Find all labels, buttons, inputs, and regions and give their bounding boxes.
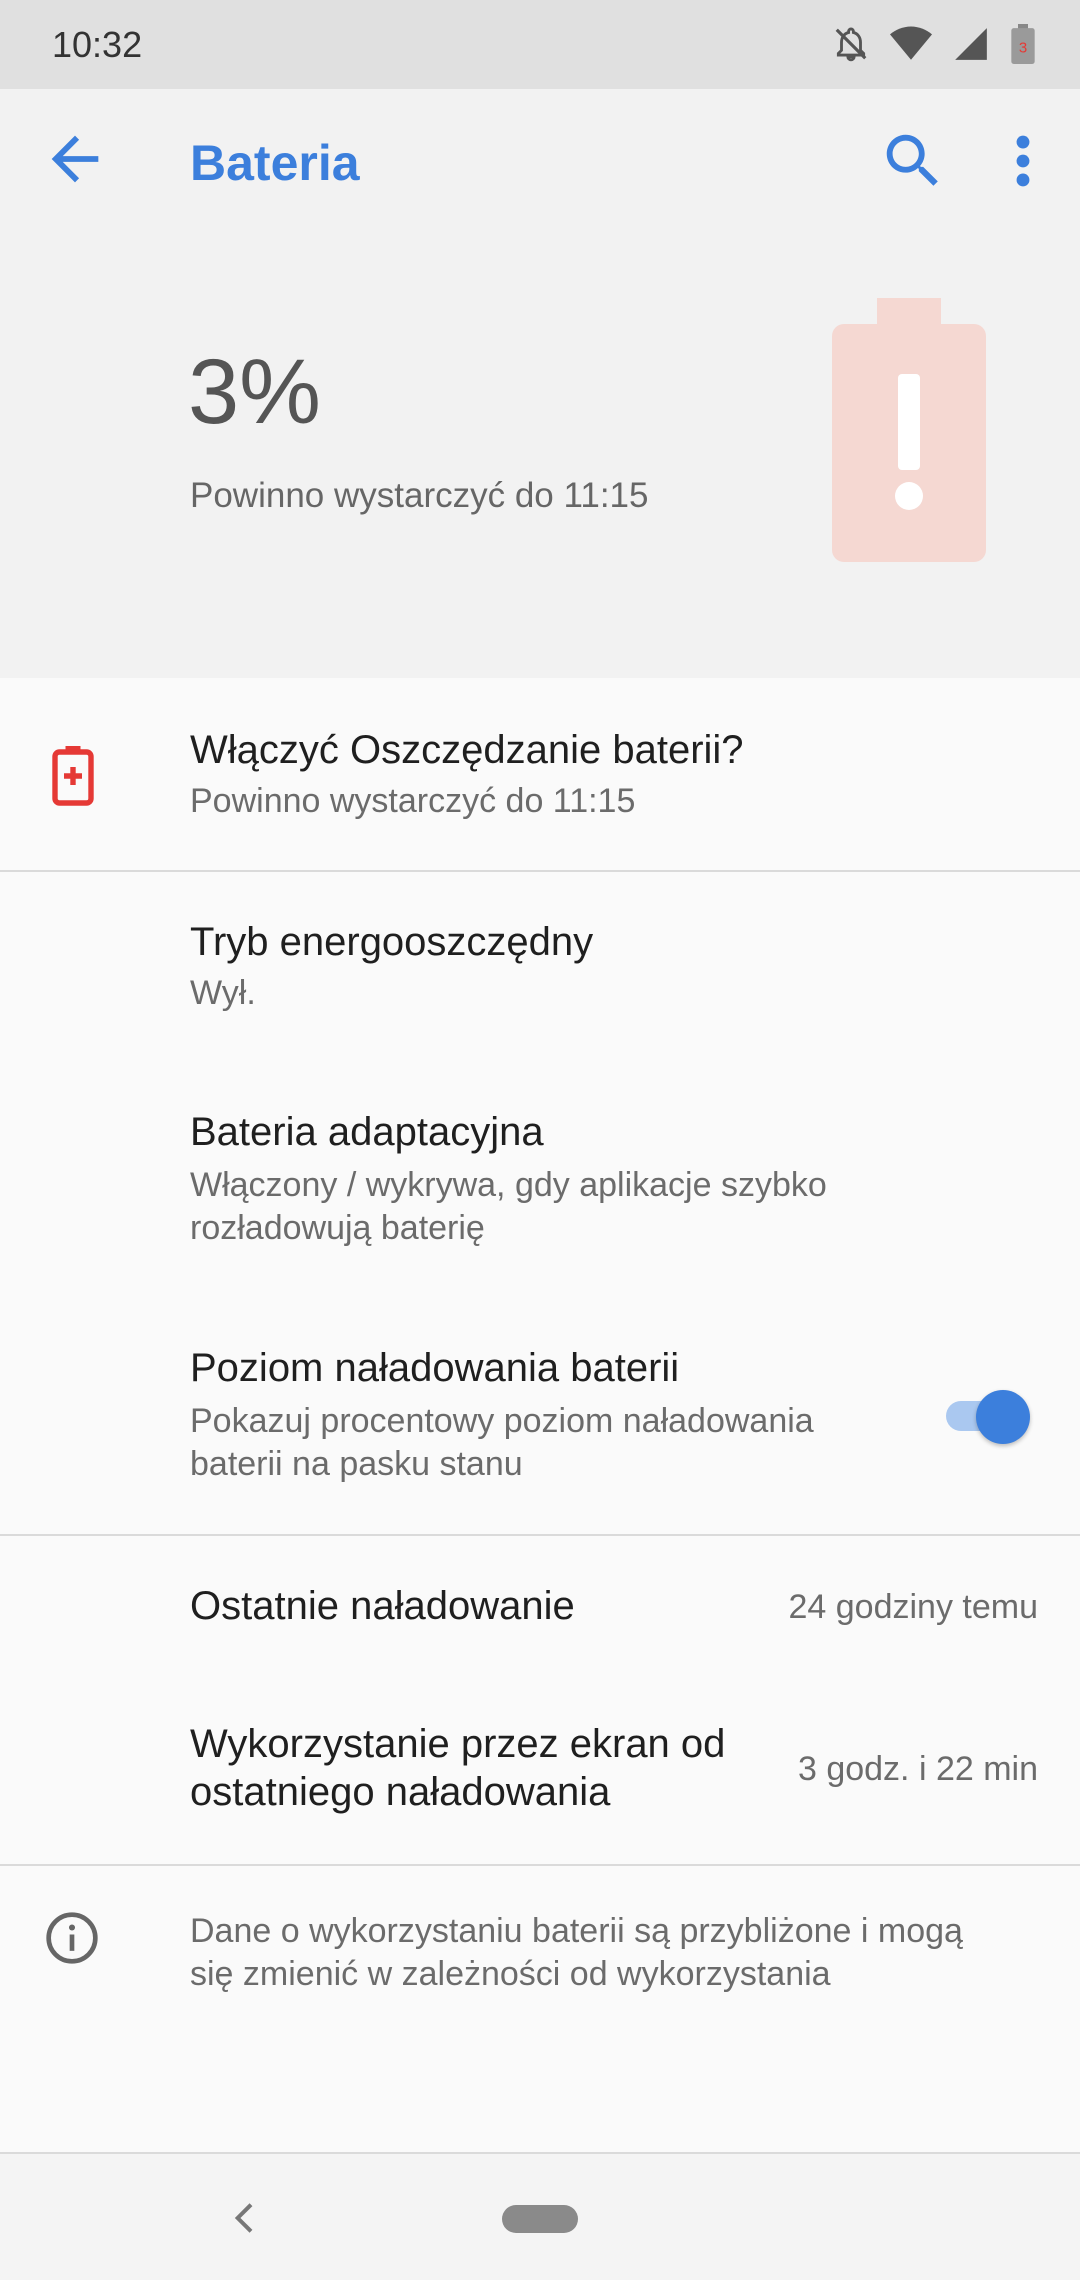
battery-estimate: Powinno wystarczyć do 11:15	[190, 476, 649, 515]
search-button[interactable]	[878, 126, 948, 196]
info-text-line2: się zmienić w zależności od wykorzystani…	[190, 1955, 831, 1993]
usage-title: Ostatnie naładowanie	[190, 1584, 575, 1628]
chevron-left-icon	[234, 2203, 253, 2233]
usage-title-line1: Wykorzystanie przez ekran od	[190, 1722, 726, 1766]
setting-subtitle: Wył.	[190, 974, 256, 1012]
setting-title: Bateria adaptacyjna	[190, 1110, 544, 1154]
more-vert-icon	[1016, 135, 1030, 187]
usage-value: 24 godziny temu	[788, 1588, 1039, 1626]
battery-percentage-toggle[interactable]	[946, 1386, 1030, 1444]
usage-value: 3 godz. i 22 min	[797, 1750, 1038, 1788]
setting-subtitle-line2: rozładowują baterię	[190, 1209, 485, 1247]
battery-low-icon: 3	[1011, 24, 1035, 64]
setting-subtitle-line2: baterii na pasku stanu	[190, 1445, 523, 1483]
signal-icon	[955, 28, 987, 60]
setting-power-saving-mode[interactable]: Tryb energooszczędny Wył.	[0, 872, 1080, 1062]
setting-title: Tryb energooszczędny	[190, 920, 594, 964]
battery-percent: 3%	[188, 341, 321, 443]
page-title: Bateria	[190, 135, 360, 191]
info-text-line1: Dane o wykorzystaniu baterii są przybliż…	[190, 1912, 963, 1950]
usage-screen-since-charge[interactable]: Wykorzystanie przez ekran od ostatniego …	[0, 1676, 1080, 1864]
usage-info-footer: Dane o wykorzystaniu baterii są przybliż…	[0, 1866, 1080, 2154]
setting-adaptive-battery[interactable]: Bateria adaptacyjna Włączony / wykrywa, …	[0, 1062, 1080, 1298]
status-icons: 3	[832, 22, 1036, 66]
setting-subtitle-line1: Pokazuj procentowy poziom naładowania	[190, 1402, 814, 1440]
back-button[interactable]	[40, 124, 110, 194]
nav-home-button[interactable]	[502, 2205, 578, 2233]
status-bar: 10:32 3	[0, 0, 1080, 89]
notifications-off-icon	[835, 27, 867, 62]
more-options-button[interactable]	[1000, 126, 1046, 196]
toggle-thumb	[976, 1390, 1030, 1444]
setting-battery-percentage[interactable]: Poziom naładowania baterii Pokazuj proce…	[0, 1298, 1080, 1534]
nav-back-button[interactable]	[226, 2198, 266, 2238]
suggestion-title: Włączyć Oszczędzanie baterii?	[190, 728, 744, 772]
battery-saver-plus-icon	[52, 746, 94, 806]
usage-title-line2: ostatniego naładowania	[190, 1770, 611, 1814]
battery-level-text: 3	[1019, 39, 1027, 56]
setting-title: Poziom naładowania baterii	[190, 1346, 680, 1390]
search-icon	[886, 134, 938, 186]
status-time: 10:32	[52, 24, 143, 65]
info-icon	[46, 1912, 98, 1964]
arrow-back-icon	[51, 135, 99, 183]
wifi-icon	[890, 26, 932, 60]
usage-last-charge[interactable]: Ostatnie naładowanie 24 godziny temu	[0, 1536, 1080, 1676]
battery-alert-icon	[832, 298, 986, 562]
battery-saver-suggestion[interactable]: Włączyć Oszczędzanie baterii? Powinno wy…	[0, 678, 1080, 870]
setting-subtitle-line1: Włączony / wykrywa, gdy aplikacje szybko	[190, 1166, 827, 1204]
suggestion-subtitle: Powinno wystarczyć do 11:15	[190, 782, 636, 820]
